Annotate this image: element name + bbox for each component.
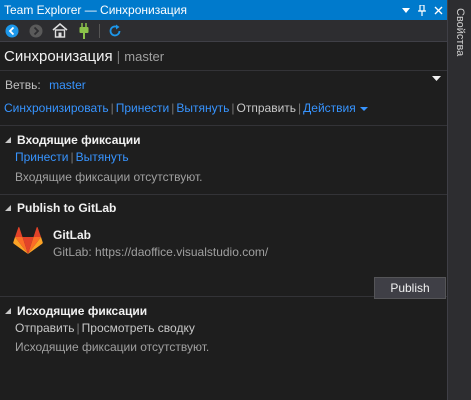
outgoing-header[interactable]: Исходящие фиксации bbox=[5, 303, 447, 319]
separator: | bbox=[298, 101, 302, 115]
branch-label: Ветвь: bbox=[5, 78, 41, 92]
actions-menu-label: Действия bbox=[303, 101, 356, 115]
publish-header[interactable]: Publish to GitLab bbox=[5, 200, 447, 216]
team-explorer-panel: Team Explorer — Синхронизация Синхрониза… bbox=[0, 0, 447, 400]
branch-link[interactable]: master bbox=[49, 78, 86, 92]
chevron-down-icon bbox=[359, 106, 368, 111]
publish-button[interactable]: Publish bbox=[374, 277, 446, 299]
title-separator: | bbox=[116, 48, 121, 64]
page-menu-dropdown-icon[interactable] bbox=[432, 70, 441, 84]
outgoing-links: Отправить | Просмотреть сводку bbox=[5, 319, 447, 336]
actions-menu-link[interactable]: Действия bbox=[303, 101, 368, 115]
incoming-header[interactable]: Входящие фиксации bbox=[5, 132, 447, 148]
gitlab-url: GitLab: https://daoffice.visualstudio.co… bbox=[53, 245, 269, 259]
fetch-link[interactable]: Принести bbox=[116, 101, 170, 115]
right-sidebar: Свойства bbox=[447, 0, 471, 400]
gitlab-name: GitLab bbox=[53, 228, 91, 242]
branch-row: Ветвь: master bbox=[0, 71, 447, 95]
gitlab-logo-icon bbox=[13, 227, 43, 254]
forward-icon[interactable] bbox=[27, 22, 45, 40]
outgoing-title: Исходящие фиксации bbox=[17, 304, 148, 318]
pin-icon[interactable] bbox=[415, 2, 429, 18]
separator: | bbox=[76, 320, 80, 335]
window-title: Team Explorer — Синхронизация bbox=[4, 3, 187, 17]
back-icon[interactable] bbox=[3, 22, 21, 40]
separator: | bbox=[70, 149, 74, 164]
page-title: Синхронизация bbox=[4, 47, 113, 65]
outgoing-empty-text: Исходящие фиксации отсутствуют. bbox=[15, 340, 210, 354]
refresh-icon[interactable] bbox=[106, 22, 124, 40]
close-icon[interactable] bbox=[431, 2, 445, 18]
outgoing-section: Исходящие фиксации Отправить | Просмотре… bbox=[0, 297, 447, 354]
dropdown-icon[interactable] bbox=[399, 2, 413, 18]
connect-icon[interactable] bbox=[75, 22, 93, 40]
toolbar-separator bbox=[99, 23, 100, 38]
properties-tab[interactable]: Свойства bbox=[452, 8, 468, 68]
gitlab-info: GitLab GitLab: https://daoffice.visualst… bbox=[53, 226, 268, 259]
collapse-triangle-icon[interactable] bbox=[5, 137, 11, 143]
gitlab-service: GitLab GitLab: https://daoffice.visualst… bbox=[5, 226, 447, 259]
title-bar: Team Explorer — Синхронизация bbox=[0, 0, 447, 20]
incoming-links: Принести | Вытянуть bbox=[5, 148, 447, 165]
push-label: Отправить bbox=[236, 101, 297, 115]
properties-tab-label: Свойства bbox=[454, 8, 466, 57]
page-header: Синхронизация | master bbox=[0, 42, 447, 70]
home-icon[interactable] bbox=[51, 22, 69, 40]
separator: | bbox=[231, 101, 235, 115]
pull-link[interactable]: Вытянуть bbox=[176, 101, 229, 115]
outgoing-summary-label: Просмотреть сводку bbox=[81, 320, 195, 335]
collapse-triangle-icon[interactable] bbox=[5, 205, 11, 211]
incoming-empty-text: Входящие фиксации отсутствуют. bbox=[15, 170, 203, 184]
outgoing-push-label: Отправить bbox=[15, 320, 75, 335]
separator: | bbox=[171, 101, 175, 115]
header-branch: master bbox=[124, 48, 165, 64]
collapse-triangle-icon[interactable] bbox=[5, 308, 11, 314]
publish-title: Publish to GitLab bbox=[17, 201, 117, 215]
actions-bar: Синхронизировать | Принести | Вытянуть |… bbox=[0, 95, 447, 119]
sync-link[interactable]: Синхронизировать bbox=[4, 101, 109, 115]
incoming-fetch-link[interactable]: Принести bbox=[15, 150, 69, 164]
incoming-pull-link[interactable]: Вытянуть bbox=[76, 150, 129, 164]
separator: | bbox=[110, 101, 114, 115]
incoming-title: Входящие фиксации bbox=[17, 133, 141, 147]
toolbar bbox=[0, 20, 447, 42]
incoming-section: Входящие фиксации Принести | Вытянуть Вх… bbox=[0, 126, 447, 194]
